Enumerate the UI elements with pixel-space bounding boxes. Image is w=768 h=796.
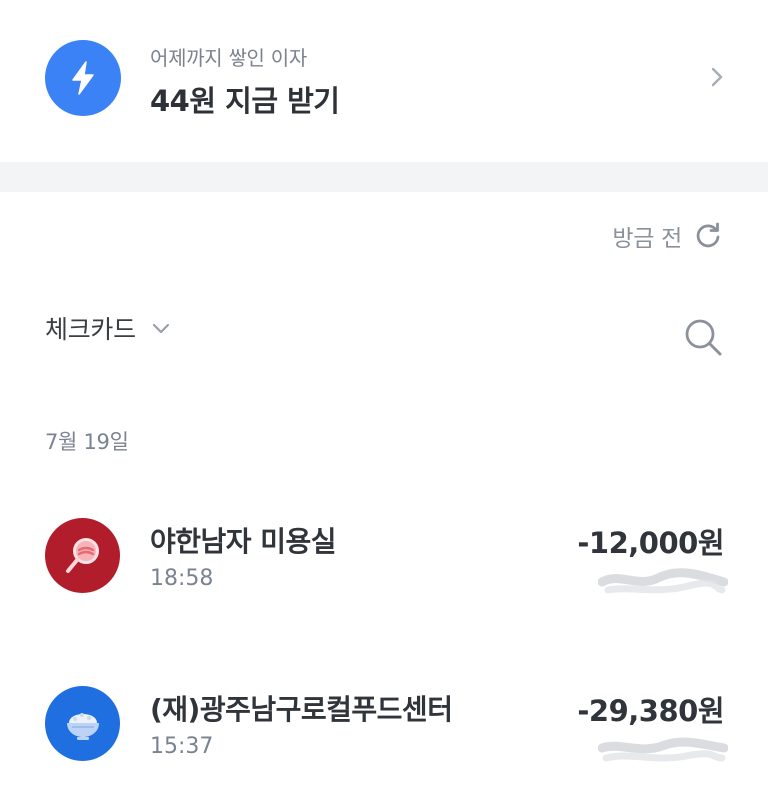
magnifier-lollipop-icon xyxy=(45,518,120,593)
interest-banner[interactable]: 어제까지 쌓인 이자 44원 지금 받기 xyxy=(0,0,768,162)
transaction-row[interactable]: 야한남자 미용실 18:58 -12,000원 xyxy=(0,518,768,628)
lightning-icon xyxy=(45,40,121,116)
date-group-header: 7월 19일 xyxy=(45,430,129,454)
search-icon[interactable] xyxy=(682,316,724,358)
redacted-balance xyxy=(598,737,728,762)
transaction-amount: -12,000원 xyxy=(577,526,724,560)
card-type-dropdown[interactable]: 체크카드 xyxy=(45,310,172,346)
card-type-label: 체크카드 xyxy=(45,315,136,344)
merchant-name: (재)광주남구로컬푸드센터 xyxy=(150,693,453,726)
merchant-name: 야한남자 미용실 xyxy=(150,525,337,558)
refresh-icon xyxy=(696,222,720,248)
rice-bowl-icon xyxy=(45,686,120,761)
transaction-time: 15:37 xyxy=(150,734,214,759)
transaction-amount: -29,380원 xyxy=(577,694,724,728)
redacted-balance xyxy=(598,568,728,594)
last-updated-label: 방금 전 xyxy=(612,226,682,252)
chevron-down-icon xyxy=(152,323,169,334)
chevron-right-icon xyxy=(711,67,723,87)
interest-subtitle: 어제까지 쌓인 이자 xyxy=(150,46,307,70)
transaction-row[interactable]: (재)광주남구로컬푸드센터 15:37 -29,380원 xyxy=(0,686,768,796)
interest-title: 44원 지금 받기 xyxy=(150,84,340,118)
section-divider xyxy=(0,162,768,192)
refresh-button[interactable]: 방금 전 xyxy=(612,218,724,254)
transaction-time: 18:58 xyxy=(150,566,214,591)
